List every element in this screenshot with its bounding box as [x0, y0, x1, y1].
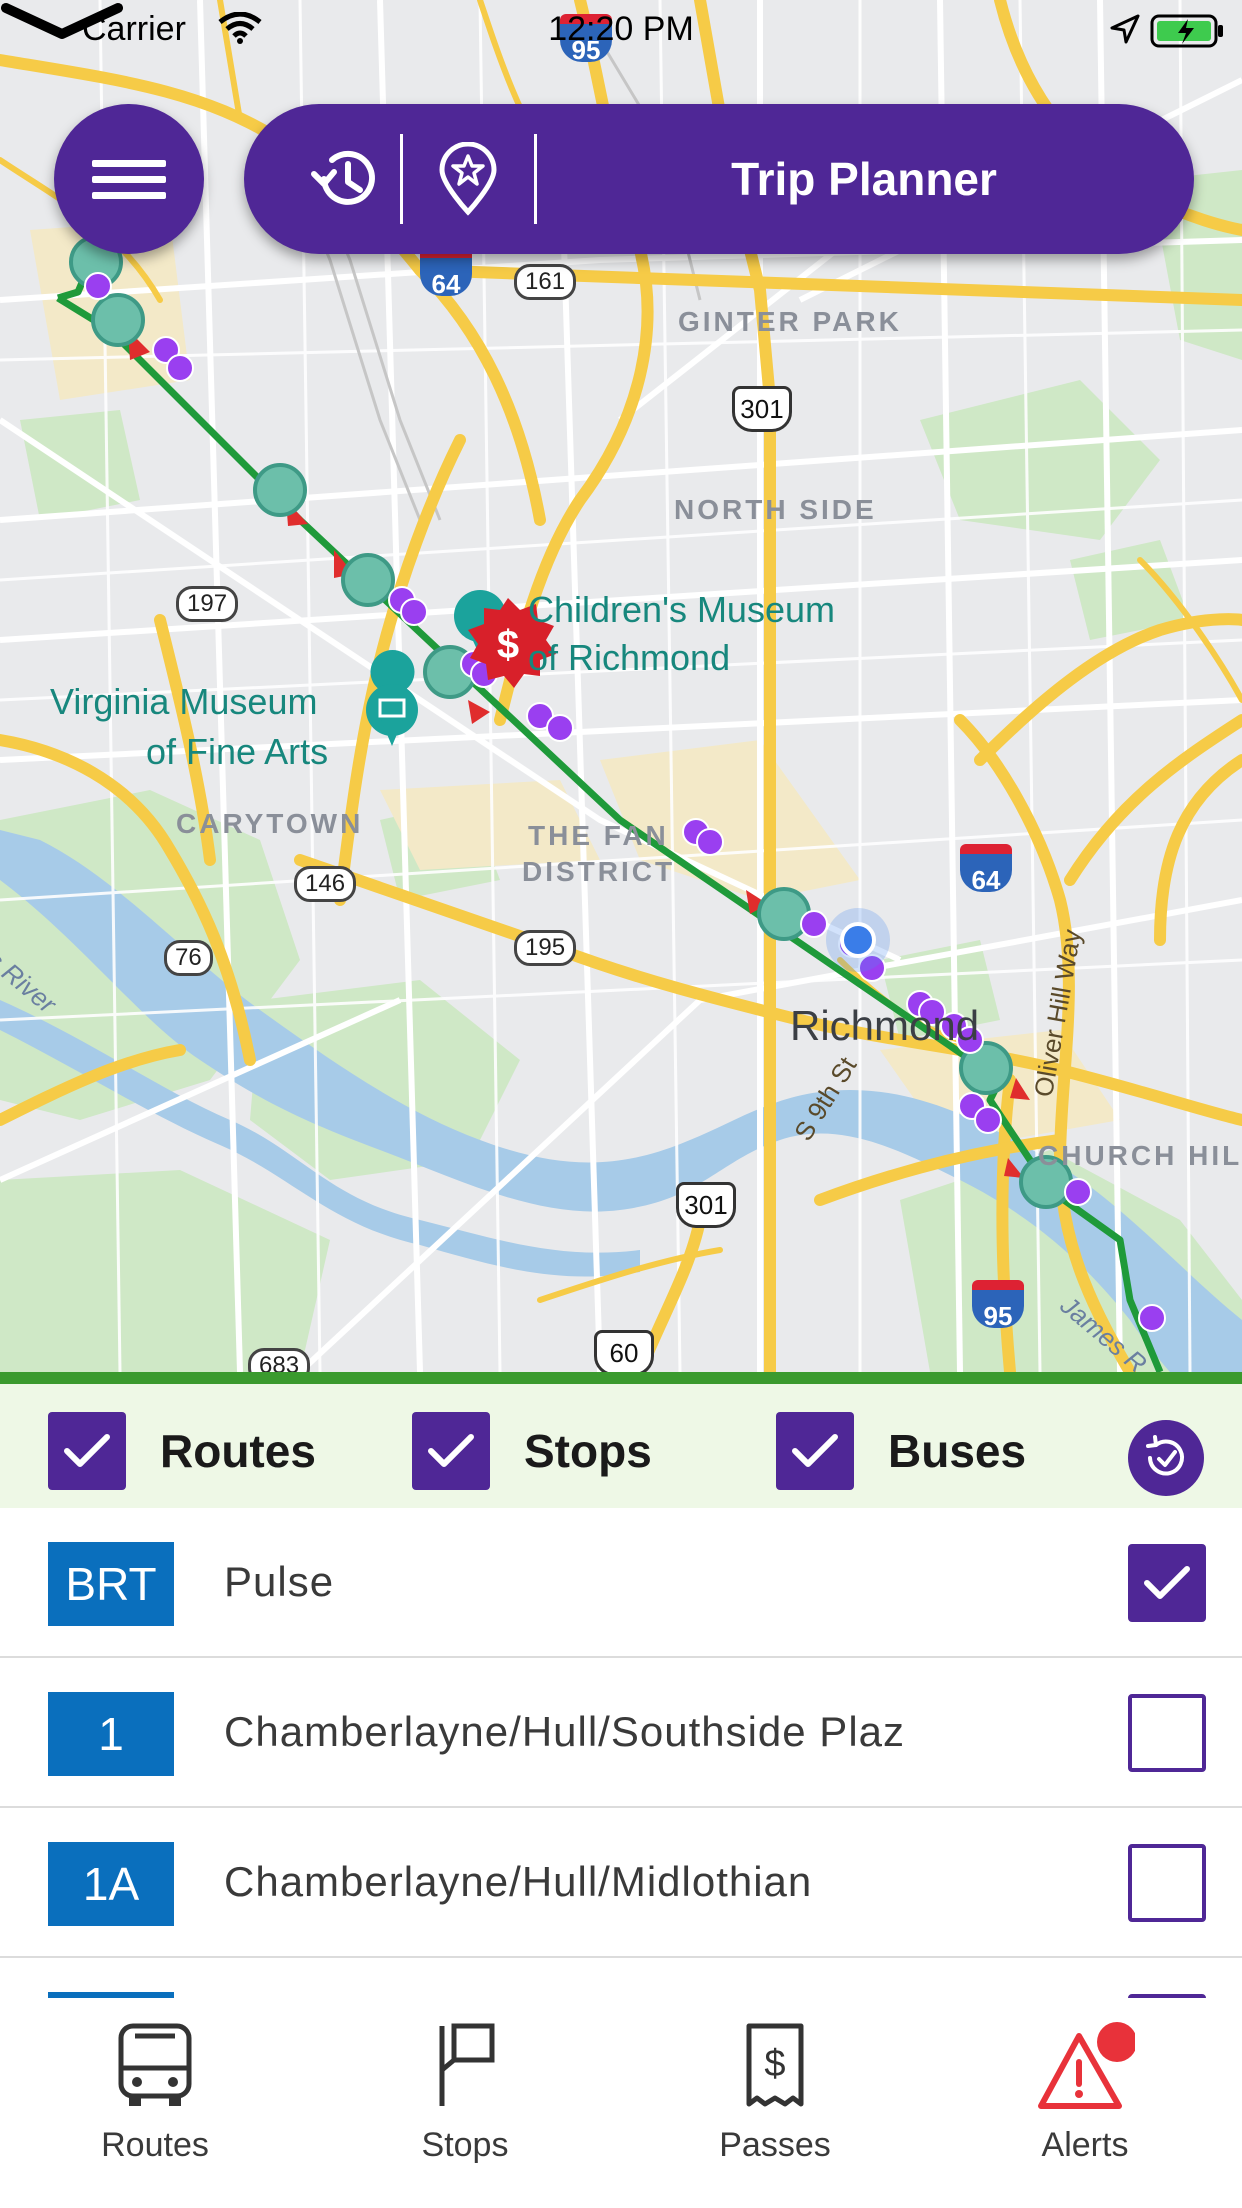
- tab-alerts-label: Alerts: [1041, 2126, 1129, 2164]
- buses-filter-label: Buses: [888, 1425, 1027, 1477]
- stops-filter-label: Stops: [524, 1425, 652, 1477]
- checkmark-icon: [1144, 1566, 1190, 1599]
- select-all-button[interactable]: [1128, 1420, 1204, 1496]
- tab-routes[interactable]: Routes: [0, 1998, 310, 2198]
- svg-text:$: $: [764, 2043, 785, 2085]
- map-label-ginter-park: GINTER PARK: [678, 306, 902, 337]
- stops-checkbox[interactable]: [412, 1412, 490, 1490]
- routes-checkbox[interactable]: [48, 1412, 126, 1490]
- interstate-64-shield-east: 64: [960, 844, 1012, 895]
- tab-stops[interactable]: Stops: [310, 1998, 620, 2198]
- route-name: Chamberlayne/Hull/Southside Plaz: [224, 1708, 906, 1755]
- favorite-places-button[interactable]: [408, 104, 528, 254]
- routes-filter-toggle[interactable]: Routes: [48, 1412, 316, 1490]
- state-197-shield: 197: [176, 586, 239, 622]
- route-checkbox[interactable]: [1128, 1844, 1206, 1922]
- us-301-shield: 301: [732, 386, 792, 432]
- state-161-shield: 161: [514, 264, 577, 300]
- status-time: 12:20 PM: [548, 10, 694, 48]
- poi-vmfa-line1[interactable]: Virginia Museum: [50, 678, 317, 726]
- route-checkbox[interactable]: [1128, 1544, 1206, 1622]
- refresh-check-icon: [1146, 1435, 1184, 1476]
- routes-filter-label: Routes: [160, 1425, 316, 1477]
- svg-text:$: $: [497, 623, 519, 667]
- state-683-shield: 683: [248, 1348, 311, 1372]
- star-pin-icon: [439, 142, 497, 216]
- battery-charging-icon: [1150, 14, 1223, 48]
- state-195-shield: 195: [514, 930, 577, 966]
- interstate-95-shield-south: 95: [972, 1280, 1024, 1331]
- state-146-shield: 146: [294, 866, 357, 902]
- state-76-shield: 76: [164, 940, 213, 976]
- map-label-north-side: NORTH SIDE: [674, 494, 877, 525]
- route-row[interactable]: 1 Chamberlayne/Hull/Southside Plaz: [0, 1658, 1242, 1808]
- map-label-the-fan: THE FAN: [528, 820, 669, 851]
- ticket-icon: $: [746, 2023, 804, 2107]
- pill-divider: [400, 134, 403, 224]
- map-label-carytown: CARYTOWN: [176, 808, 364, 839]
- poi-childrens-museum-line1[interactable]: Children's Museum: [528, 586, 835, 634]
- tab-passes[interactable]: $ Passes: [620, 1998, 930, 2198]
- tab-alerts[interactable]: Alerts: [930, 1998, 1240, 2198]
- checkmark-icon: [64, 1434, 110, 1467]
- history-icon: [311, 150, 375, 205]
- tab-passes-label: Passes: [719, 2126, 831, 2164]
- route-list[interactable]: BRT Pulse 1 Chamberlayne/Hull/Southside …: [0, 1508, 1242, 1998]
- route-row-partial[interactable]: [0, 1958, 1242, 1998]
- tab-stops-label: Stops: [421, 2126, 509, 2164]
- buses-filter-toggle[interactable]: Buses: [776, 1412, 1026, 1490]
- buses-checkbox[interactable]: [776, 1412, 854, 1490]
- hamburger-icon: [92, 151, 166, 208]
- us-60-shield: 60: [594, 1330, 654, 1372]
- tab-bar: Routes Stops $ Passes Alerts: [0, 1998, 1242, 2208]
- status-bar: Carrier 12:20 PM: [0, 0, 1242, 60]
- menu-button[interactable]: [54, 104, 204, 254]
- poi-vmfa-line2[interactable]: of Fine Arts: [146, 728, 328, 776]
- checkmark-icon: [792, 1434, 838, 1467]
- checkmark-icon: [428, 1434, 474, 1467]
- route-badge: 1: [48, 1692, 174, 1776]
- route-name: Pulse: [224, 1558, 335, 1605]
- map-label-church-hill: CHURCH HIL: [1038, 1140, 1242, 1171]
- route-badge: BRT: [48, 1542, 174, 1626]
- tab-routes-label: Routes: [101, 2126, 209, 2164]
- route-checkbox[interactable]: [1128, 1694, 1206, 1772]
- route-name: Chamberlayne/Hull/Midlothian: [224, 1858, 813, 1905]
- route-row[interactable]: BRT Pulse: [0, 1508, 1242, 1658]
- route-badge: 1A: [48, 1842, 174, 1926]
- us-301-shield-south: 301: [676, 1182, 736, 1228]
- stops-filter-toggle[interactable]: Stops: [412, 1412, 652, 1490]
- trip-planner-button[interactable]: Trip Planner: [534, 104, 1194, 254]
- stop-flag-icon: [439, 2023, 495, 2106]
- map-label-city: Richmond: [790, 1002, 980, 1049]
- route-row[interactable]: 1A Chamberlayne/Hull/Midlothian: [0, 1808, 1242, 1958]
- history-button[interactable]: [284, 104, 404, 254]
- location-arrow-icon: [1110, 14, 1140, 44]
- alert-icon: [1038, 2022, 1135, 2109]
- poi-childrens-museum-line2[interactable]: of Richmond: [528, 634, 730, 682]
- map-label-district: DISTRICT: [522, 856, 676, 887]
- interstate-64-shield: 64: [420, 248, 472, 299]
- filter-bar: Routes Stops Buses: [0, 1372, 1242, 1508]
- bus-icon: [118, 2023, 192, 2106]
- top-action-bar: Trip Planner: [244, 104, 1194, 254]
